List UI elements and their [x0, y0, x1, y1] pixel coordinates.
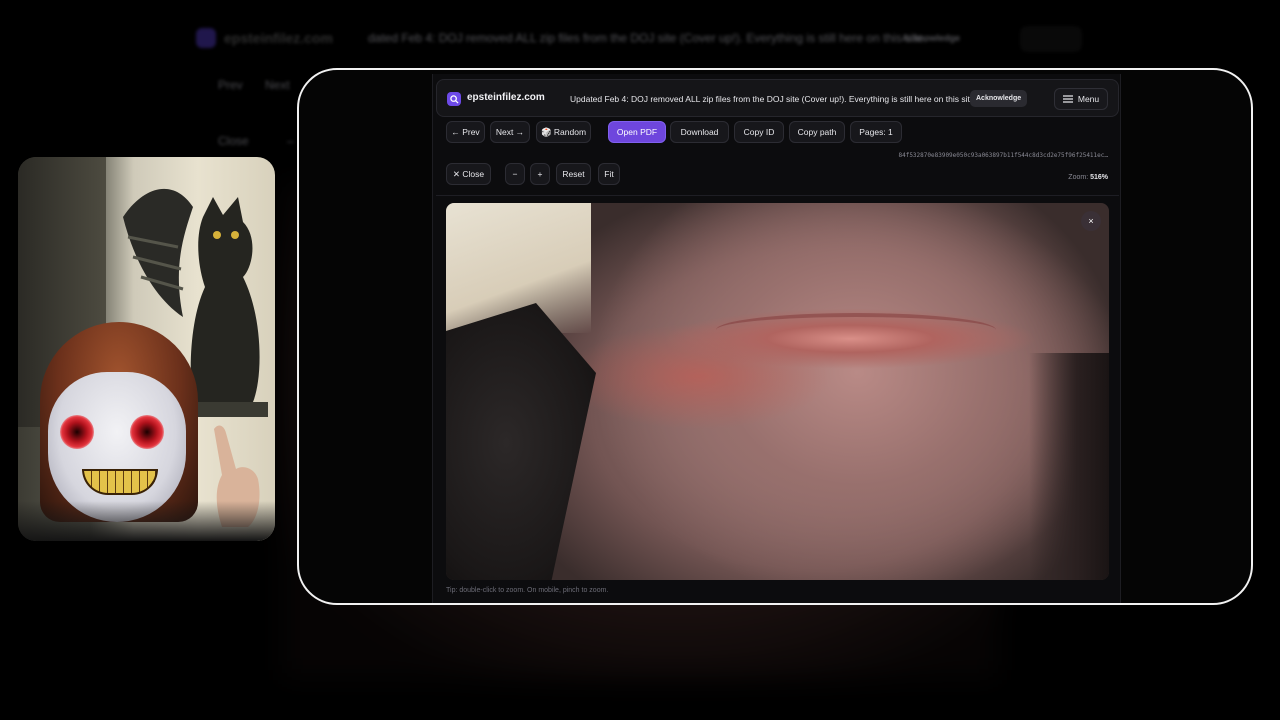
background-next: Next: [265, 78, 290, 92]
zoom-in-button[interactable]: +: [530, 163, 550, 185]
file-hash: 84f532870e83909e050c93a063897b11f544c8d3…: [898, 152, 1108, 159]
background-prev: Prev: [218, 78, 243, 92]
prev-button[interactable]: ← Prev: [446, 121, 485, 143]
webcam-bottom-shade: [18, 501, 275, 541]
hamburger-icon: [1062, 95, 1073, 103]
update-notice: Updated Feb 4: DOJ removed ALL zip files…: [570, 94, 977, 104]
webcam-overlay: [18, 157, 275, 541]
app-window: epsteinfilez.com Updated Feb 4: DOJ remo…: [297, 68, 1253, 605]
open-pdf-button[interactable]: Open PDF: [608, 121, 666, 143]
app-content: epsteinfilez.com Updated Feb 4: DOJ remo…: [432, 74, 1121, 603]
background-ack: Acknowledge: [902, 33, 961, 43]
background-site-name: epsteinfilez.com: [224, 30, 333, 46]
webcam-right-eye: [130, 415, 164, 449]
close-icon[interactable]: ×: [1081, 211, 1101, 231]
background-close: Close: [218, 134, 249, 148]
pages-indicator: Pages: 1: [850, 121, 902, 143]
fit-button[interactable]: Fit: [598, 163, 620, 185]
menu-label: Menu: [1077, 94, 1100, 104]
zoom-label: Zoom:: [1068, 174, 1089, 181]
copy-path-button[interactable]: Copy path: [789, 121, 845, 143]
reset-button[interactable]: Reset: [556, 163, 591, 185]
download-button[interactable]: Download: [670, 121, 729, 143]
acknowledge-button[interactable]: Acknowledge: [970, 90, 1028, 107]
top-bar: epsteinfilez.com Updated Feb 4: DOJ remo…: [436, 79, 1119, 117]
search-icon[interactable]: [447, 92, 461, 106]
zoom-tip: Tip: double-click to zoom. On mobile, pi…: [446, 587, 609, 594]
webcam-left-eye: [60, 415, 94, 449]
photo-lip-line: [716, 313, 996, 347]
zoom-out-button[interactable]: −: [505, 163, 525, 185]
background-menu: [1020, 26, 1082, 52]
zoom-readout: Zoom: 516%: [1068, 174, 1108, 181]
close-viewer-button[interactable]: ✕ Close: [446, 163, 491, 185]
background-dash: –: [287, 134, 294, 148]
zoom-value: 516%: [1090, 174, 1108, 181]
background-notice: dated Feb 4: DOJ removed ALL zip files f…: [368, 31, 928, 45]
random-button[interactable]: 🎲 Random: [536, 121, 591, 143]
copy-id-button[interactable]: Copy ID: [734, 121, 784, 143]
toolbar-divider: [436, 195, 1119, 196]
image-viewer[interactable]: ×: [446, 203, 1109, 580]
background-logo-icon: [196, 28, 216, 48]
photo-dark-region: [446, 303, 596, 580]
site-name[interactable]: epsteinfilez.com: [467, 92, 545, 103]
menu-button[interactable]: Menu: [1054, 88, 1108, 110]
next-button[interactable]: Next →: [490, 121, 530, 143]
photo-shadow: [1029, 353, 1109, 580]
